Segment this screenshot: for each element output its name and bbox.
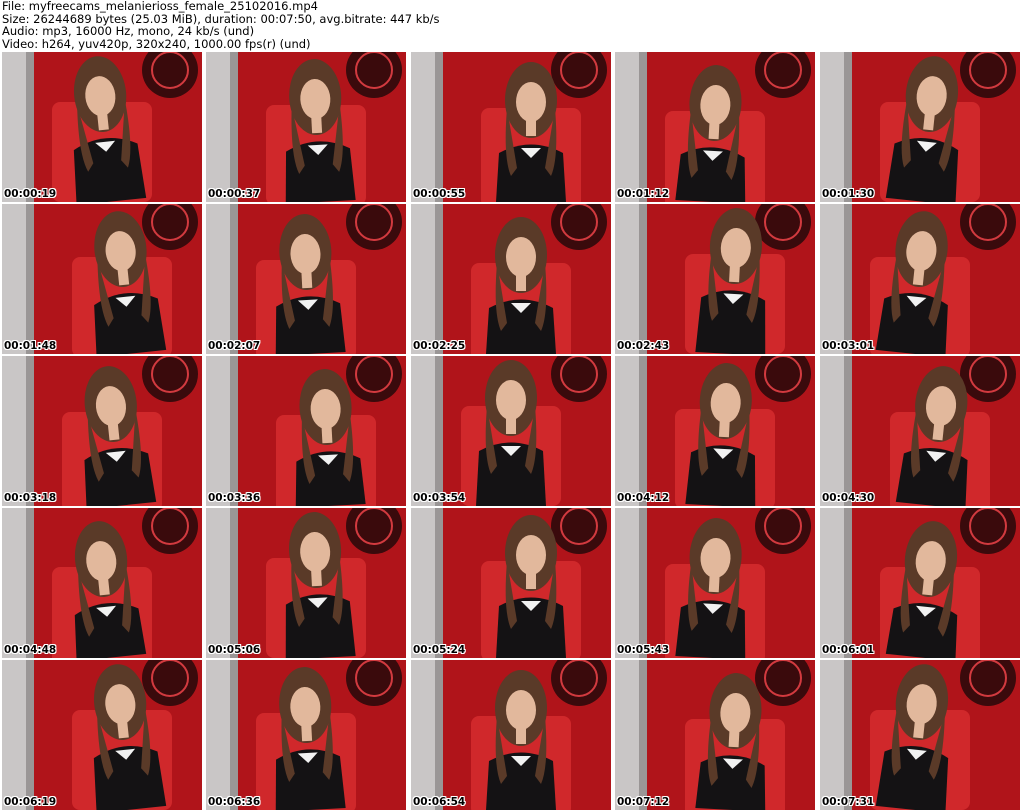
frame-timestamp: 00:01:48 bbox=[4, 340, 57, 352]
file-name-line: File: myfreecams_melanierioss_female_251… bbox=[2, 0, 318, 13]
video-frame-thumbnail: 00:00:37 bbox=[206, 52, 406, 202]
frame-image bbox=[411, 660, 611, 810]
frame-image bbox=[411, 356, 611, 506]
video-frame-thumbnail: 00:00:55 bbox=[411, 52, 611, 202]
frame-image bbox=[820, 508, 1020, 658]
frame-image bbox=[820, 356, 1020, 506]
frame-timestamp: 00:06:19 bbox=[4, 796, 57, 808]
video-frame-thumbnail: 00:06:36 bbox=[206, 660, 406, 810]
frame-image bbox=[206, 356, 406, 506]
video-frame-thumbnail: 00:03:01 bbox=[820, 204, 1020, 354]
frame-timestamp: 00:03:01 bbox=[822, 340, 875, 352]
audio-info-line: Audio: mp3, 16000 Hz, mono, 24 kb/s (und… bbox=[2, 24, 255, 38]
frame-timestamp: 00:07:12 bbox=[617, 796, 670, 808]
frame-timestamp: 00:00:37 bbox=[208, 188, 261, 200]
frame-timestamp: 00:04:12 bbox=[617, 492, 670, 504]
frame-timestamp: 00:01:30 bbox=[822, 188, 875, 200]
video-frame-thumbnail: 00:06:19 bbox=[2, 660, 202, 810]
video-frame-thumbnail: 00:06:54 bbox=[411, 660, 611, 810]
frame-image bbox=[615, 356, 815, 506]
video-frame-thumbnail: 00:03:18 bbox=[2, 356, 202, 506]
frame-image bbox=[820, 660, 1020, 810]
frame-timestamp: 00:03:18 bbox=[4, 492, 57, 504]
video-frame-thumbnail: 00:04:30 bbox=[820, 356, 1020, 506]
video-frame-thumbnail: 00:03:36 bbox=[206, 356, 406, 506]
video-frame-thumbnail: 00:05:24 bbox=[411, 508, 611, 658]
video-frame-thumbnail: 00:02:43 bbox=[615, 204, 815, 354]
video-info-line: Video: h264, yuv420p, 320x240, 1000.00 f… bbox=[2, 36, 311, 51]
frame-timestamp: 00:05:24 bbox=[413, 644, 466, 656]
frame-timestamp: 00:01:12 bbox=[617, 188, 670, 200]
frame-image bbox=[2, 660, 202, 810]
video-frame-thumbnail: 00:04:48 bbox=[2, 508, 202, 658]
frame-image bbox=[206, 204, 406, 354]
frame-timestamp: 00:05:06 bbox=[208, 644, 261, 656]
frame-image bbox=[206, 52, 406, 202]
video-frame-thumbnail: 00:05:43 bbox=[615, 508, 815, 658]
frame-image bbox=[615, 204, 815, 354]
frame-timestamp: 00:00:19 bbox=[4, 188, 57, 200]
frame-timestamp: 00:02:25 bbox=[413, 340, 466, 352]
frame-timestamp: 00:04:48 bbox=[4, 644, 57, 656]
frame-timestamp: 00:05:43 bbox=[617, 644, 670, 656]
video-frame-thumbnail: 00:02:25 bbox=[411, 204, 611, 354]
frame-timestamp: 00:06:54 bbox=[413, 796, 466, 808]
video-frame-thumbnail: 00:06:01 bbox=[820, 508, 1020, 658]
video-frame-thumbnail: 00:03:54 bbox=[411, 356, 611, 506]
frame-image bbox=[820, 204, 1020, 354]
frame-image bbox=[411, 52, 611, 202]
video-frame-thumbnail: 00:02:07 bbox=[206, 204, 406, 354]
video-frame-thumbnail: 00:01:30 bbox=[820, 52, 1020, 202]
video-frame-thumbnail: 00:07:31 bbox=[820, 660, 1020, 810]
frame-image bbox=[615, 508, 815, 658]
frame-timestamp: 00:03:54 bbox=[413, 492, 466, 504]
frame-timestamp: 00:04:30 bbox=[822, 492, 875, 504]
frame-timestamp: 00:06:01 bbox=[822, 644, 875, 656]
video-frame-thumbnail: 00:07:12 bbox=[615, 660, 815, 810]
frame-image bbox=[615, 52, 815, 202]
video-frame-thumbnail: 00:01:12 bbox=[615, 52, 815, 202]
frame-timestamp: 00:02:43 bbox=[617, 340, 670, 352]
video-frame-thumbnail: 00:00:19 bbox=[2, 52, 202, 202]
frame-timestamp: 00:07:31 bbox=[822, 796, 875, 808]
frame-image bbox=[411, 204, 611, 354]
thumbnail-grid: 00:00:19 00:00:37 00:00:55 00:01:12 00:01:30… bbox=[0, 50, 1024, 811]
frame-timestamp: 00:06:36 bbox=[208, 796, 261, 808]
video-frame-thumbnail: 00:01:48 bbox=[2, 204, 202, 354]
frame-image bbox=[2, 508, 202, 658]
frame-timestamp: 00:03:36 bbox=[208, 492, 261, 504]
video-frame-thumbnail: 00:04:12 bbox=[615, 356, 815, 506]
frame-image bbox=[206, 660, 406, 810]
file-info-header: File: myfreecams_melanierioss_female_251… bbox=[2, 0, 1022, 50]
frame-image bbox=[2, 204, 202, 354]
frame-timestamp: 00:00:55 bbox=[413, 188, 466, 200]
video-frame-thumbnail: 00:05:06 bbox=[206, 508, 406, 658]
frame-image bbox=[615, 660, 815, 810]
frame-image bbox=[2, 52, 202, 202]
frame-image bbox=[411, 508, 611, 658]
frame-image bbox=[206, 508, 406, 658]
frame-image bbox=[2, 356, 202, 506]
frame-timestamp: 00:02:07 bbox=[208, 340, 261, 352]
frame-image bbox=[820, 52, 1020, 202]
